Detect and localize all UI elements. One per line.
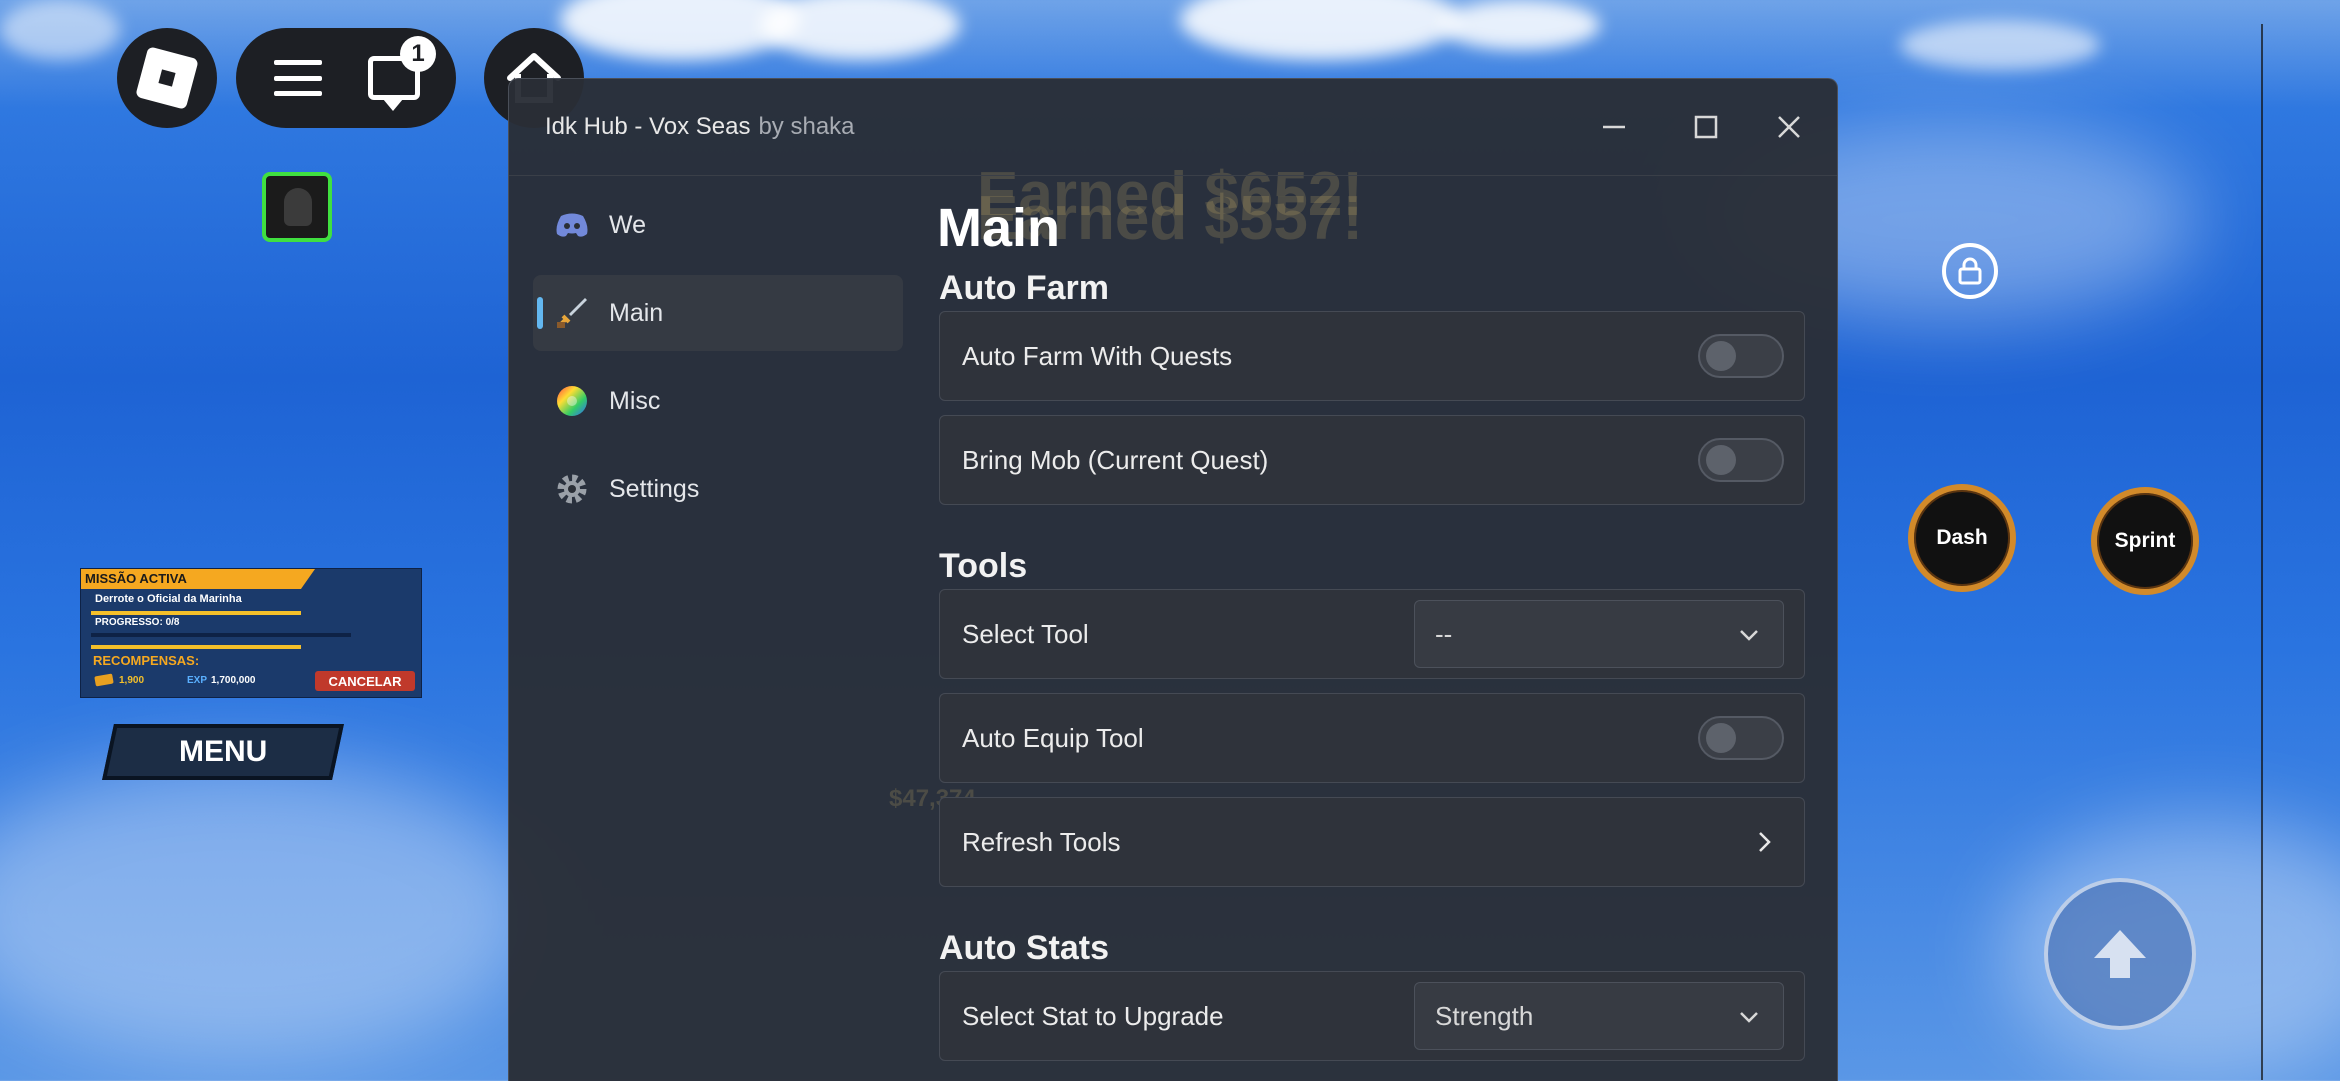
chat-badge: 1: [400, 36, 436, 72]
sidebar-item-main[interactable]: Main: [533, 275, 903, 351]
discord-icon: [555, 208, 589, 242]
quest-exp-reward: 1,700,000: [211, 675, 256, 686]
cloud: [0, 0, 120, 60]
window-titlebar[interactable]: Idk Hub - Vox Seas by shaka: [509, 79, 1837, 176]
quest-exp-label: EXP: [187, 675, 208, 686]
quest-rewards-label: RECOMPENSAS:: [93, 653, 200, 668]
sprint-button[interactable]: Sprint: [2091, 487, 2199, 595]
window-title: Idk Hub - Vox Seas by shaka: [545, 113, 855, 141]
color-wheel-icon: [555, 384, 589, 418]
sidebar-item-label: Misc: [609, 386, 661, 415]
close-icon: [1778, 116, 1800, 138]
sidebar-item-we[interactable]: We: [533, 187, 903, 263]
sidebar-item-misc[interactable]: Misc: [533, 363, 903, 439]
top-bar-pill: 1: [236, 28, 456, 128]
cloud: [1900, 20, 2100, 70]
cloud: [1440, 0, 1600, 50]
gold-icon: [94, 673, 114, 687]
maximize-button[interactable]: [1686, 107, 1726, 147]
cloud: [760, 0, 960, 60]
sidebar-item-label: Settings: [609, 474, 700, 503]
maximize-icon: [1694, 115, 1718, 139]
auto-equip-tool-toggle[interactable]: [1698, 716, 1784, 760]
section-auto-farm: Auto Farm: [939, 269, 1109, 307]
chevron-down-icon: [1740, 630, 1758, 641]
sword-icon: [555, 296, 589, 330]
row-label: Select Stat to Upgrade: [962, 1001, 1224, 1031]
window-title-text: Idk Hub - Vox Seas: [545, 113, 751, 140]
section-tools: Tools: [939, 547, 1028, 585]
minimize-button[interactable]: [1594, 107, 1634, 147]
bring-mob-toggle[interactable]: [1698, 438, 1784, 482]
gear-icon: [555, 472, 589, 506]
auto-farm-quests-row[interactable]: Auto Farm With Quests: [939, 311, 1805, 401]
select-tool-dropdown[interactable]: --: [1414, 600, 1784, 668]
quest-panel: MISSÃO ACTIVA Derrote o Oficial da Marin…: [80, 568, 422, 698]
refresh-tools-button[interactable]: Refresh Tools: [939, 797, 1805, 887]
arrow-up-icon: [2094, 930, 2146, 978]
cloud: [1180, 0, 1460, 60]
window-subtitle: by shaka: [758, 113, 855, 140]
quest-progress: PROGRESSO: 0/8: [95, 617, 180, 628]
game-menu-button[interactable]: MENU: [102, 724, 344, 780]
sidebar-item-label: Main: [609, 298, 664, 327]
screen-divider: [2261, 24, 2263, 1080]
sidebar-item-settings[interactable]: Settings: [533, 451, 903, 527]
dash-button[interactable]: Dash: [1908, 484, 2016, 592]
select-stat-row: Select Stat to Upgrade Strength: [939, 971, 1805, 1061]
select-stat-dropdown[interactable]: Strength: [1414, 982, 1784, 1050]
row-label: Select Tool: [962, 619, 1089, 649]
bring-mob-row[interactable]: Bring Mob (Current Quest): [939, 415, 1805, 505]
roblox-logo-icon: [135, 46, 199, 110]
jump-button[interactable]: [2044, 878, 2196, 1030]
dropdown-value: --: [1435, 619, 1453, 649]
hub-sidebar: We Main Misc Settings: [533, 187, 903, 539]
minimize-icon: [1603, 125, 1625, 129]
roblox-menu-button[interactable]: [117, 28, 217, 128]
sea-haze: [0, 760, 540, 1060]
quest-objective: Derrote o Oficial da Marinha: [95, 593, 242, 605]
row-label: Refresh Tools: [962, 827, 1121, 857]
select-tool-row: Select Tool --: [939, 589, 1805, 679]
chevron-right-icon: [1759, 832, 1771, 852]
lock-icon: [1958, 257, 1982, 285]
sidebar-item-label: We: [609, 210, 647, 239]
shift-lock-button[interactable]: [1942, 243, 1998, 299]
row-label: Bring Mob (Current Quest): [962, 445, 1269, 475]
quest-header: MISSÃO ACTIVA: [81, 569, 315, 589]
close-button[interactable]: [1769, 107, 1809, 147]
row-label: Auto Farm With Quests: [962, 341, 1233, 371]
chevron-down-icon: [1740, 1012, 1758, 1023]
quest-progress-track: [91, 633, 351, 637]
auto-equip-tool-row[interactable]: Auto Equip Tool: [939, 693, 1805, 783]
dropdown-value: Strength: [1435, 1001, 1534, 1031]
cancel-quest-button[interactable]: CANCELAR: [315, 671, 415, 691]
player-avatar[interactable]: [262, 172, 332, 242]
section-auto-stats: Auto Stats: [939, 929, 1109, 967]
row-label: Auto Equip Tool: [962, 723, 1144, 753]
page-title: Main: [937, 198, 1061, 258]
quest-progress-bar: [91, 645, 301, 649]
auto-farm-quests-toggle[interactable]: [1698, 334, 1784, 378]
script-hub-window: Earned $652! Earned $557! $47,374 Idk Hu…: [508, 78, 1838, 1081]
hamburger-menu-icon[interactable]: [274, 60, 322, 96]
game-menu-label: MENU: [178, 735, 268, 768]
quest-objective-bar: [91, 611, 301, 615]
quest-gold-reward: 1,900: [119, 675, 145, 686]
